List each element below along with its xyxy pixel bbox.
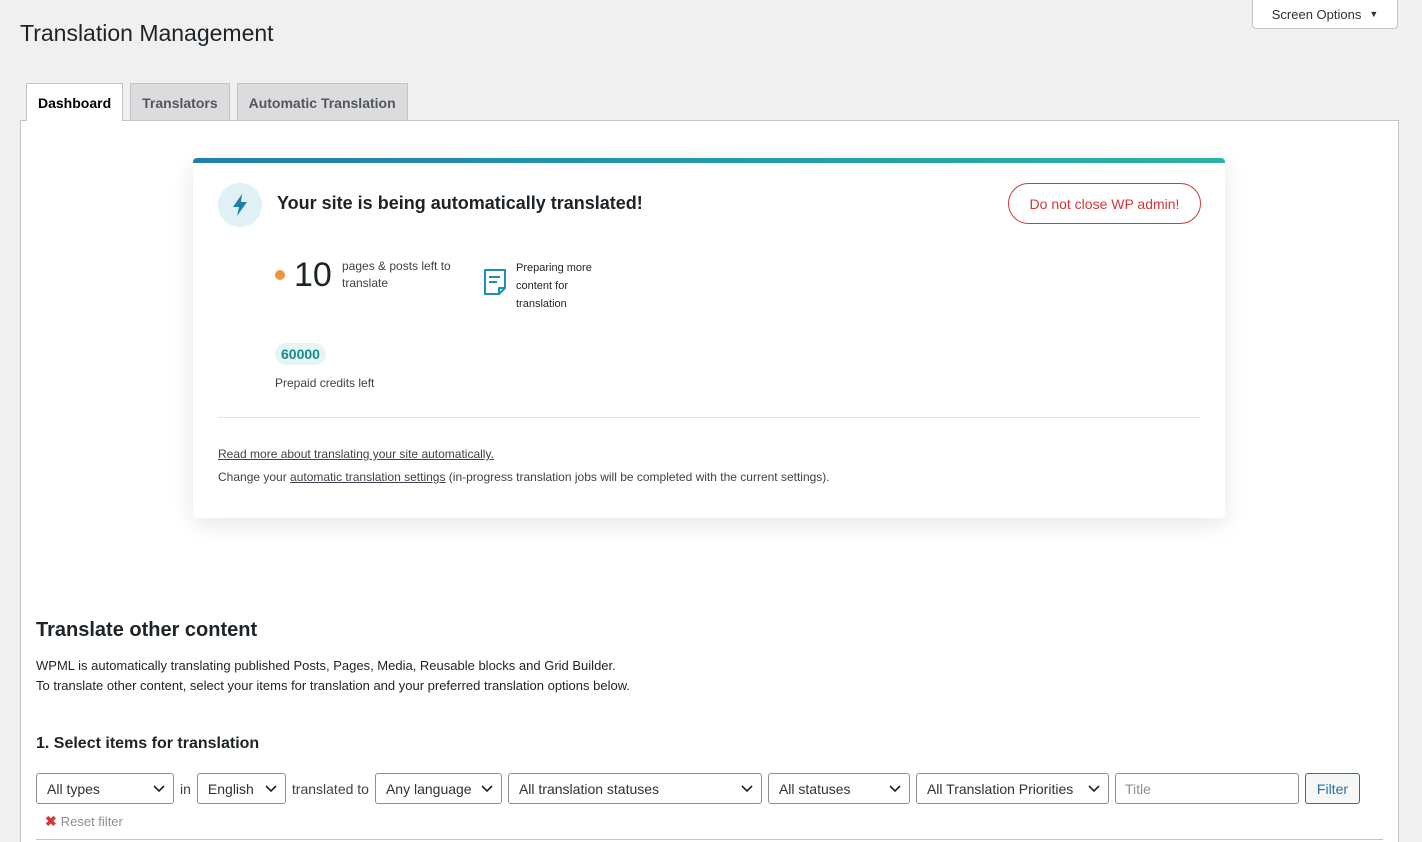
target-language-value: Any language <box>385 780 472 797</box>
reset-filter-link[interactable]: ✖ Reset filter <box>45 813 123 830</box>
chevron-down-icon <box>265 784 277 792</box>
change-prefix: Change your <box>218 470 291 484</box>
close-icon: ✖ <box>45 813 57 829</box>
translate-other-content-title: Translate other content <box>36 619 258 641</box>
triangle-down-icon: ▼ <box>1369 9 1379 19</box>
change-suffix: (in-progress translation jobs will be co… <box>445 470 830 484</box>
filter-button[interactable]: Filter <box>1304 773 1360 804</box>
description-line-2: To translate other content, select your … <box>36 678 630 693</box>
card-divider <box>218 417 1201 418</box>
source-language-select[interactable]: English <box>196 773 286 804</box>
post-status-value: All statuses <box>778 780 851 797</box>
tab-automatic-translation[interactable]: Automatic Translation <box>236 83 408 121</box>
chevron-down-icon <box>153 784 165 792</box>
document-icon <box>483 268 507 301</box>
card-title: Your site is being automatically transla… <box>277 193 643 213</box>
remaining-label: pages & posts left to translate <box>342 259 451 290</box>
status-dot <box>275 270 285 280</box>
automatic-translation-settings-link[interactable]: automatic translation settings <box>290 470 445 484</box>
title-search-input[interactable] <box>1114 773 1299 804</box>
dashboard-panel: Your site is being automatically transla… <box>20 120 1399 842</box>
translate-other-content-description: WPML is automatically translating publis… <box>36 656 630 696</box>
target-language-select[interactable]: Any language <box>374 773 502 804</box>
select-items-title: 1. Select items for translation <box>36 735 260 752</box>
post-status-select[interactable]: All statuses <box>767 773 910 804</box>
reset-filter-label: Reset filter <box>60 814 123 829</box>
tab-dashboard[interactable]: Dashboard <box>26 83 124 121</box>
screen-options-label: Screen Options <box>1271 6 1362 22</box>
chevron-down-icon <box>741 784 753 792</box>
chevron-down-icon <box>1088 784 1100 792</box>
chevron-down-icon <box>889 784 901 792</box>
priority-select[interactable]: All Translation Priorities <box>915 773 1109 804</box>
tab-translators[interactable]: Translators <box>130 83 230 121</box>
credits-badge: 60000 <box>275 343 326 365</box>
remaining-count: 10 <box>294 256 332 294</box>
priority-value: All Translation Priorities <box>926 780 1074 797</box>
page-title: Translation Management <box>20 20 274 46</box>
description-line-1: WPML is automatically translating publis… <box>36 658 616 673</box>
credits-label: Prepaid credits left <box>275 376 375 390</box>
preparing-label: Preparing more content for translation <box>516 262 592 310</box>
in-label: in <box>180 780 191 797</box>
translation-status-select[interactable]: All translation statuses <box>507 773 762 804</box>
translation-status-value: All translation statuses <box>518 780 660 797</box>
chevron-down-icon <box>481 784 493 792</box>
auto-translation-card: Your site is being automatically transla… <box>193 158 1225 518</box>
read-more-link[interactable]: Read more about translating your site au… <box>218 447 494 461</box>
bolt-icon <box>218 183 262 227</box>
table-top-border <box>36 839 1383 840</box>
screen-options-button[interactable]: Screen Options ▼ <box>1252 0 1398 29</box>
type-select[interactable]: All types <box>36 773 174 804</box>
card-accent-bar <box>193 158 1225 163</box>
do-not-close-button[interactable]: Do not close WP admin! <box>1008 183 1201 224</box>
change-settings-text: Change your automatic translation settin… <box>218 470 830 484</box>
filter-bar: All types in English translated to Any l… <box>36 773 1360 804</box>
source-language-value: English <box>207 780 254 797</box>
type-select-value: All types <box>47 780 100 797</box>
tab-bar: Dashboard Translators Automatic Translat… <box>26 83 408 121</box>
translated-to-label: translated to <box>291 780 369 797</box>
